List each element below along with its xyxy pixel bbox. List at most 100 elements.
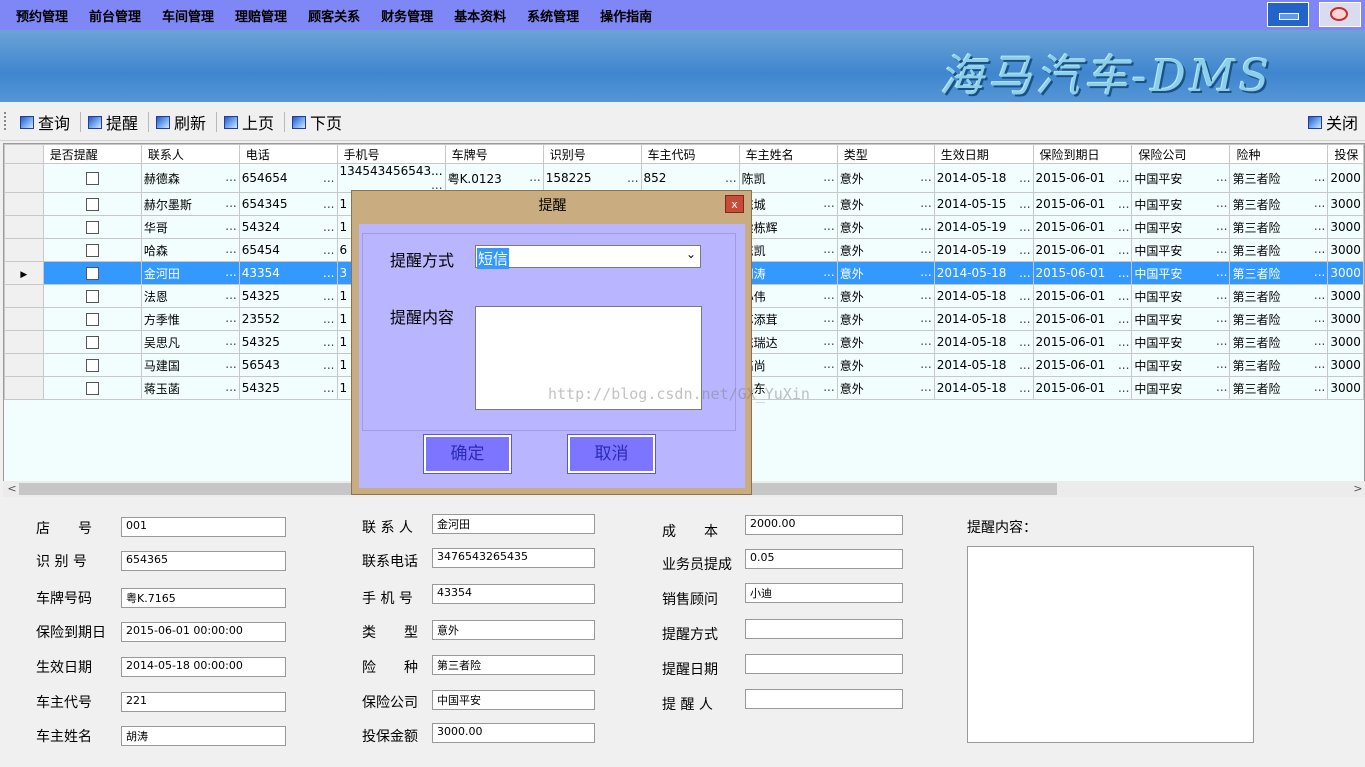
method-select[interactable]: 短信 ⌄: [475, 245, 701, 269]
checkbox[interactable]: [85, 198, 99, 211]
checkbox[interactable]: [85, 244, 99, 257]
column-header[interactable]: 车主代码: [640, 144, 740, 164]
table-cell[interactable]: 第三者险...: [1229, 353, 1329, 377]
field-input[interactable]: 3000.00: [432, 723, 595, 743]
ok-button[interactable]: 确定: [423, 434, 512, 474]
column-header[interactable]: 车主姓名: [738, 144, 838, 164]
remind-checkbox-cell[interactable]: [42, 330, 142, 354]
table-cell[interactable]: 中国平安...: [1131, 376, 1231, 400]
table-cell[interactable]: 2014-05-19...: [933, 215, 1034, 239]
table-cell[interactable]: 2015-06-01...: [1032, 353, 1133, 377]
table-cell[interactable]: 2015-06-01...: [1032, 192, 1133, 216]
table-cell[interactable]: 中国平安...: [1131, 261, 1231, 285]
column-header[interactable]: 投保: [1327, 144, 1364, 164]
table-cell[interactable]: 中国平安...: [1131, 163, 1231, 193]
checkbox[interactable]: [85, 290, 99, 303]
table-cell[interactable]: 陈凯...: [738, 238, 838, 262]
cancel-button[interactable]: 取消: [567, 434, 656, 474]
checkbox[interactable]: [85, 221, 99, 234]
table-cell[interactable]: 2015-06-01...: [1032, 163, 1133, 193]
close-button[interactable]: 关闭: [1308, 111, 1358, 133]
column-header[interactable]: 险种: [1229, 144, 1329, 164]
table-cell[interactable]: 23552...: [238, 307, 338, 331]
column-header[interactable]: 联系人: [140, 144, 240, 164]
field-input[interactable]: 第三者险: [432, 655, 595, 675]
table-cell[interactable]: 赫德森...: [140, 163, 240, 193]
checkbox[interactable]: [85, 172, 99, 185]
table-cell[interactable]: 意外...: [836, 192, 935, 216]
table-cell[interactable]: 2014-05-18...: [933, 376, 1034, 400]
table-cell[interactable]: 法恩...: [140, 284, 240, 308]
column-header[interactable]: 生效日期: [933, 144, 1034, 164]
table-cell[interactable]: 中国平安...: [1131, 330, 1231, 354]
table-cell[interactable]: 2014-05-19...: [933, 238, 1034, 262]
field-input[interactable]: 43354: [432, 584, 595, 604]
table-cell[interactable]: 华哥...: [140, 215, 240, 239]
column-header[interactable]: 保险公司: [1131, 144, 1231, 164]
field-input[interactable]: 2015-06-01 00:00:00: [121, 622, 286, 642]
field-input[interactable]: [745, 689, 903, 709]
row-header[interactable]: [4, 284, 44, 308]
field-input[interactable]: 粤K.7165: [121, 588, 286, 608]
row-header[interactable]: [4, 215, 44, 239]
table-cell[interactable]: 54325...: [238, 376, 338, 400]
remind-checkbox-cell[interactable]: [42, 353, 142, 377]
table-cell[interactable]: 中国平安...: [1131, 353, 1231, 377]
table-cell[interactable]: 2014-05-15...: [933, 192, 1034, 216]
table-cell[interactable]: 马建国...: [140, 353, 240, 377]
table-cell[interactable]: 3000: [1327, 284, 1364, 308]
remind-checkbox-cell[interactable]: [42, 284, 142, 308]
remind-button[interactable]: 提醒: [88, 111, 138, 133]
field-input[interactable]: 中国平安: [432, 690, 595, 710]
table-cell[interactable]: 胡涛...: [738, 261, 838, 285]
menu-appointment[interactable]: 预约管理: [16, 6, 68, 25]
row-header[interactable]: [4, 238, 44, 262]
table-cell[interactable]: 3000: [1327, 238, 1364, 262]
table-cell[interactable]: 2000: [1327, 163, 1364, 193]
table-cell[interactable]: 意外...: [836, 307, 935, 331]
note-textarea[interactable]: [967, 546, 1254, 743]
table-cell[interactable]: 134543456543......: [336, 163, 446, 193]
row-header[interactable]: [4, 353, 44, 377]
table-cell[interactable]: 3000: [1327, 215, 1364, 239]
table-cell[interactable]: 小伟...: [738, 284, 838, 308]
scroll-left-icon[interactable]: <: [5, 481, 19, 497]
table-cell[interactable]: 意外...: [836, 353, 935, 377]
next-page-button[interactable]: 下页: [292, 111, 342, 133]
row-header[interactable]: [4, 330, 44, 354]
checkbox[interactable]: [85, 382, 99, 395]
table-cell[interactable]: 2015-06-01...: [1032, 261, 1133, 285]
remind-checkbox-cell[interactable]: [42, 307, 142, 331]
table-cell[interactable]: 2015-06-01...: [1032, 376, 1133, 400]
table-cell[interactable]: 陈凯...: [738, 163, 838, 193]
table-cell[interactable]: 2014-05-18...: [933, 284, 1034, 308]
column-header[interactable]: 是否提醒: [42, 144, 142, 164]
table-cell[interactable]: 第三者险...: [1229, 330, 1329, 354]
table-cell[interactable]: 中国平安...: [1131, 307, 1231, 331]
scroll-right-icon[interactable]: >: [1351, 481, 1365, 497]
column-header[interactable]: 车牌号: [444, 144, 544, 164]
row-header[interactable]: [4, 307, 44, 331]
refresh-button[interactable]: 刷新: [156, 111, 206, 133]
table-cell[interactable]: 第三者险...: [1229, 307, 1329, 331]
menu-guide[interactable]: 操作指南: [600, 6, 652, 25]
table-cell[interactable]: 第三者险...: [1229, 163, 1329, 193]
table-cell[interactable]: 第三者险...: [1229, 261, 1329, 285]
table-cell[interactable]: 158225...: [542, 163, 642, 193]
table-cell[interactable]: 蒋玉菡...: [140, 376, 240, 400]
field-input[interactable]: [745, 654, 903, 674]
exit-button[interactable]: [1319, 2, 1361, 27]
field-input[interactable]: 654365: [121, 551, 286, 571]
row-header[interactable]: [4, 192, 44, 216]
checkbox[interactable]: [85, 359, 99, 372]
table-cell[interactable]: 陈瑞达...: [738, 330, 838, 354]
column-header[interactable]: 类型: [836, 144, 935, 164]
table-cell[interactable]: 吴思凡...: [140, 330, 240, 354]
table-cell[interactable]: 852...: [640, 163, 740, 193]
remind-checkbox-cell[interactable]: [42, 376, 142, 400]
table-cell[interactable]: 3000: [1327, 261, 1364, 285]
menu-workshop[interactable]: 车间管理: [162, 6, 214, 25]
menu-claims[interactable]: 理赔管理: [235, 6, 287, 25]
table-cell[interactable]: 3000: [1327, 376, 1364, 400]
remind-checkbox-cell[interactable]: [42, 238, 142, 262]
